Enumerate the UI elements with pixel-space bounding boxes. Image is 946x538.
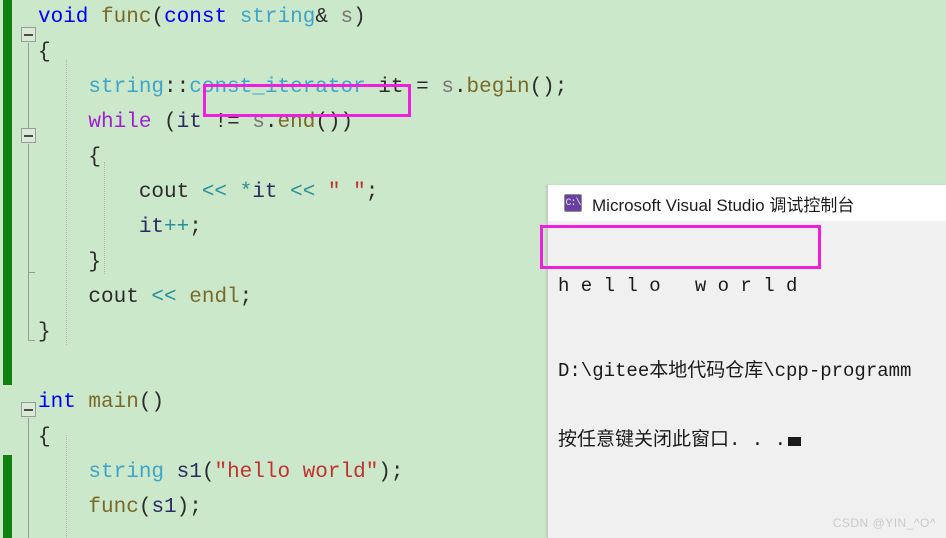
code-token: string (240, 6, 316, 29)
code-token: it (177, 111, 202, 134)
code-token: & (315, 6, 340, 29)
code-token (38, 496, 88, 519)
code-token: it (252, 181, 277, 204)
code-token (315, 181, 328, 204)
code-token: ( (202, 461, 215, 484)
code-token: begin (467, 76, 530, 99)
code-token: "hello world" (214, 461, 378, 484)
code-token: string (38, 76, 164, 99)
code-token: func (101, 6, 151, 29)
code-token (38, 111, 88, 134)
console-title-bar[interactable]: C:\ Microsoft Visual Studio 调试控制台 (548, 185, 946, 221)
code-token: { (38, 146, 101, 169)
code-token: main (88, 391, 138, 414)
console-output-line-2: 按任意键关闭此窗口. . . (558, 429, 946, 452)
code-line: string::const_iterator it = s.begin(); (38, 70, 946, 105)
fold-guide-func-lower (28, 272, 29, 340)
highlight-box-const-iterator (203, 84, 411, 117)
fold-toggle-while[interactable] (21, 128, 36, 143)
code-line: { (38, 35, 946, 70)
code-token (277, 181, 290, 204)
code-token (227, 6, 240, 29)
code-token: ) (353, 6, 366, 29)
save-indicator-bar-top (3, 0, 12, 385)
code-token: << (290, 181, 315, 204)
console-output-line-2-text: 按任意键关闭此窗口. . . (558, 429, 786, 451)
code-token: (); (530, 76, 568, 99)
code-token: { (38, 426, 51, 449)
code-token: . (454, 76, 467, 99)
cmd-prompt-icon: C:\ (564, 194, 582, 212)
code-token: << (151, 286, 176, 309)
code-token (76, 391, 89, 414)
code-token: ; (240, 286, 253, 309)
code-token: void (38, 6, 88, 29)
code-token: const (164, 6, 227, 29)
fold-guide-func (28, 43, 29, 128)
code-token: s1 (151, 496, 176, 519)
code-token: () (139, 391, 164, 414)
code-token: = (416, 76, 441, 99)
code-token: int (38, 391, 76, 414)
fold-guide-main (28, 418, 29, 538)
code-token: s (341, 6, 354, 29)
code-token (164, 461, 177, 484)
code-token (88, 6, 101, 29)
code-token: s (441, 76, 454, 99)
code-token: " " (328, 181, 366, 204)
code-token: << (202, 181, 227, 204)
fold-guide-while (28, 144, 29, 272)
fold-guide-while-foot (28, 272, 35, 273)
code-token: s1 (177, 461, 202, 484)
code-token: } (38, 251, 101, 274)
code-token: cout (38, 286, 151, 309)
code-line: { (38, 140, 946, 175)
console-cursor (788, 437, 801, 446)
code-token: :: (164, 76, 189, 99)
fold-toggle-main[interactable] (21, 402, 36, 417)
csdn-watermark: CSDN @YIN_^O^ (833, 516, 936, 530)
code-token: cout (38, 181, 202, 204)
code-token: * (240, 181, 253, 204)
code-token: ( (151, 6, 164, 29)
fold-guide-func-foot (28, 340, 35, 341)
highlight-box-console-output (540, 225, 821, 269)
code-token: ( (139, 496, 152, 519)
save-indicator-bar-bottom (3, 455, 12, 538)
code-token: string (38, 461, 164, 484)
console-output-highlighted: h e l l o w o r l d (558, 275, 946, 298)
fold-toggle-func[interactable] (21, 27, 36, 42)
code-token: ++ (164, 216, 189, 239)
code-token: ; (366, 181, 379, 204)
code-line: while (it != s.end()) (38, 105, 946, 140)
code-token: { (38, 41, 51, 64)
code-token (38, 216, 139, 239)
console-output-line-1: D:\gitee本地代码仓库\cpp-programm (558, 360, 946, 383)
code-token: ( (151, 111, 176, 134)
screenshot-root: void func(const string& s){ string::cons… (0, 0, 946, 538)
code-token: } (38, 321, 51, 344)
code-token (177, 286, 190, 309)
code-token: ); (378, 461, 403, 484)
code-token: func (88, 496, 138, 519)
code-token: while (88, 111, 151, 134)
code-token: endl (189, 286, 239, 309)
code-token (227, 181, 240, 204)
code-token: ); (177, 496, 202, 519)
code-token: it (139, 216, 164, 239)
outlining-margin[interactable] (20, 0, 38, 538)
code-line: void func(const string& s) (38, 0, 946, 35)
code-token: ; (189, 216, 202, 239)
console-title-text: Microsoft Visual Studio 调试控制台 (592, 191, 854, 216)
